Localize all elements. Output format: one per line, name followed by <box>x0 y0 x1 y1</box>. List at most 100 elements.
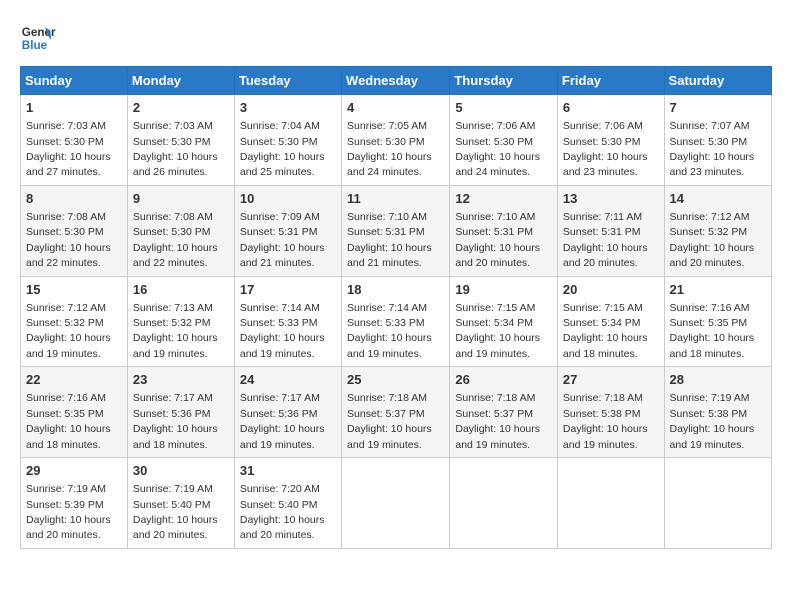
day-info: Sunrise: 7:17 AMSunset: 5:36 PMDaylight:… <box>133 392 218 450</box>
calendar-cell: 25 Sunrise: 7:18 AMSunset: 5:37 PMDayligh… <box>342 367 450 458</box>
calendar-cell: 20Sunrise: 7:15 AMSunset: 5:34 PMDayligh… <box>557 276 664 367</box>
day-number: 13 <box>563 190 659 208</box>
day-number: 2 <box>133 99 229 117</box>
day-number: 28 <box>670 371 766 389</box>
day-info: Sunrise: 7:12 AMSunset: 5:32 PMDaylight:… <box>670 211 755 269</box>
day-info: Sunrise: 7:11 AMSunset: 5:31 PMDaylight:… <box>563 211 648 269</box>
calendar-week-3: 15Sunrise: 7:12 AMSunset: 5:32 PMDayligh… <box>21 276 772 367</box>
day-number: 25 <box>347 371 444 389</box>
day-number: 17 <box>240 281 336 299</box>
day-number: 30 <box>133 462 229 480</box>
calendar-cell <box>450 458 558 549</box>
day-number: 3 <box>240 99 336 117</box>
day-number: 24 <box>240 371 336 389</box>
day-info: Sunrise: 7:16 AMSunset: 5:35 PMDaylight:… <box>670 302 755 360</box>
calendar-cell <box>664 458 771 549</box>
day-info: Sunrise: 7:20 AMSunset: 5:40 PMDaylight:… <box>240 483 325 541</box>
calendar-cell: 30 Sunrise: 7:19 AMSunset: 5:40 PMDayligh… <box>127 458 234 549</box>
day-number: 6 <box>563 99 659 117</box>
day-info: Sunrise: 7:09 AMSunset: 5:31 PMDaylight:… <box>240 211 325 269</box>
day-info: Sunrise: 7:19 AMSunset: 5:38 PMDaylight:… <box>670 392 755 450</box>
header: General Blue <box>20 20 772 56</box>
calendar-cell: 9 Sunrise: 7:08 AMSunset: 5:30 PMDaylight… <box>127 185 234 276</box>
day-header-saturday: Saturday <box>664 67 771 95</box>
day-number: 16 <box>133 281 229 299</box>
day-number: 8 <box>26 190 122 208</box>
day-info: Sunrise: 7:18 AMSunset: 5:37 PMDaylight:… <box>455 392 540 450</box>
calendar-week-5: 29 Sunrise: 7:19 AMSunset: 5:39 PMDayligh… <box>21 458 772 549</box>
calendar-cell <box>557 458 664 549</box>
day-info: Sunrise: 7:19 AMSunset: 5:39 PMDaylight:… <box>26 483 111 541</box>
day-info: Sunrise: 7:06 AMSunset: 5:30 PMDaylight:… <box>455 120 540 178</box>
day-info: Sunrise: 7:08 AMSunset: 5:30 PMDaylight:… <box>133 211 218 269</box>
day-number: 23 <box>133 371 229 389</box>
day-info: Sunrise: 7:14 AMSunset: 5:33 PMDaylight:… <box>240 302 325 360</box>
day-info: Sunrise: 7:16 AMSunset: 5:35 PMDaylight:… <box>26 392 111 450</box>
day-info: Sunrise: 7:03 AMSunset: 5:30 PMDaylight:… <box>26 120 111 178</box>
calendar-cell: 29 Sunrise: 7:19 AMSunset: 5:39 PMDayligh… <box>21 458 128 549</box>
day-number: 12 <box>455 190 552 208</box>
calendar-cell: 10 Sunrise: 7:09 AMSunset: 5:31 PMDayligh… <box>234 185 341 276</box>
day-number: 31 <box>240 462 336 480</box>
day-number: 4 <box>347 99 444 117</box>
calendar-cell: 26 Sunrise: 7:18 AMSunset: 5:37 PMDayligh… <box>450 367 558 458</box>
day-header-thursday: Thursday <box>450 67 558 95</box>
calendar-cell: 12 Sunrise: 7:10 AMSunset: 5:31 PMDayligh… <box>450 185 558 276</box>
header-row: SundayMondayTuesdayWednesdayThursdayFrid… <box>21 67 772 95</box>
calendar-cell: 2 Sunrise: 7:03 AMSunset: 5:30 PMDaylight… <box>127 95 234 186</box>
day-number: 19 <box>455 281 552 299</box>
calendar-week-1: 1 Sunrise: 7:03 AMSunset: 5:30 PMDaylight… <box>21 95 772 186</box>
day-info: Sunrise: 7:13 AMSunset: 5:32 PMDaylight:… <box>133 302 218 360</box>
calendar-cell: 5Sunrise: 7:06 AMSunset: 5:30 PMDaylight… <box>450 95 558 186</box>
svg-text:Blue: Blue <box>22 39 48 52</box>
day-info: Sunrise: 7:19 AMSunset: 5:40 PMDaylight:… <box>133 483 218 541</box>
day-info: Sunrise: 7:15 AMSunset: 5:34 PMDaylight:… <box>455 302 540 360</box>
calendar-week-4: 22 Sunrise: 7:16 AMSunset: 5:35 PMDayligh… <box>21 367 772 458</box>
calendar-cell: 15Sunrise: 7:12 AMSunset: 5:32 PMDayligh… <box>21 276 128 367</box>
day-number: 26 <box>455 371 552 389</box>
day-number: 29 <box>26 462 122 480</box>
day-header-tuesday: Tuesday <box>234 67 341 95</box>
day-info: Sunrise: 7:08 AMSunset: 5:30 PMDaylight:… <box>26 211 111 269</box>
calendar-cell: 27Sunrise: 7:18 AMSunset: 5:38 PMDayligh… <box>557 367 664 458</box>
day-info: Sunrise: 7:10 AMSunset: 5:31 PMDaylight:… <box>347 211 432 269</box>
day-number: 14 <box>670 190 766 208</box>
day-info: Sunrise: 7:05 AMSunset: 5:30 PMDaylight:… <box>347 120 432 178</box>
calendar-cell: 28 Sunrise: 7:19 AMSunset: 5:38 PMDayligh… <box>664 367 771 458</box>
calendar-cell: 22 Sunrise: 7:16 AMSunset: 5:35 PMDayligh… <box>21 367 128 458</box>
day-info: Sunrise: 7:18 AMSunset: 5:37 PMDaylight:… <box>347 392 432 450</box>
day-info: Sunrise: 7:07 AMSunset: 5:30 PMDaylight:… <box>670 120 755 178</box>
day-header-sunday: Sunday <box>21 67 128 95</box>
calendar-cell: 17 Sunrise: 7:14 AMSunset: 5:33 PMDayligh… <box>234 276 341 367</box>
calendar-table: SundayMondayTuesdayWednesdayThursdayFrid… <box>20 66 772 549</box>
calendar-cell: 19 Sunrise: 7:15 AMSunset: 5:34 PMDayligh… <box>450 276 558 367</box>
day-number: 1 <box>26 99 122 117</box>
day-number: 21 <box>670 281 766 299</box>
calendar-cell: 14 Sunrise: 7:12 AMSunset: 5:32 PMDayligh… <box>664 185 771 276</box>
day-number: 11 <box>347 190 444 208</box>
calendar-week-2: 8 Sunrise: 7:08 AMSunset: 5:30 PMDaylight… <box>21 185 772 276</box>
day-number: 22 <box>26 371 122 389</box>
day-info: Sunrise: 7:10 AMSunset: 5:31 PMDaylight:… <box>455 211 540 269</box>
day-number: 18 <box>347 281 444 299</box>
calendar-cell: 4 Sunrise: 7:05 AMSunset: 5:30 PMDaylight… <box>342 95 450 186</box>
calendar-cell: 31 Sunrise: 7:20 AMSunset: 5:40 PMDayligh… <box>234 458 341 549</box>
day-number: 9 <box>133 190 229 208</box>
calendar-cell: 1 Sunrise: 7:03 AMSunset: 5:30 PMDaylight… <box>21 95 128 186</box>
day-info: Sunrise: 7:14 AMSunset: 5:33 PMDaylight:… <box>347 302 432 360</box>
logo: General Blue <box>20 20 60 56</box>
calendar-cell: 24Sunrise: 7:17 AMSunset: 5:36 PMDayligh… <box>234 367 341 458</box>
day-info: Sunrise: 7:15 AMSunset: 5:34 PMDaylight:… <box>563 302 648 360</box>
day-number: 15 <box>26 281 122 299</box>
calendar-cell: 13 Sunrise: 7:11 AMSunset: 5:31 PMDayligh… <box>557 185 664 276</box>
day-number: 10 <box>240 190 336 208</box>
calendar-cell: 18 Sunrise: 7:14 AMSunset: 5:33 PMDayligh… <box>342 276 450 367</box>
day-info: Sunrise: 7:03 AMSunset: 5:30 PMDaylight:… <box>133 120 218 178</box>
day-header-friday: Friday <box>557 67 664 95</box>
day-header-wednesday: Wednesday <box>342 67 450 95</box>
logo-icon: General Blue <box>20 20 56 56</box>
day-info: Sunrise: 7:04 AMSunset: 5:30 PMDaylight:… <box>240 120 325 178</box>
calendar-cell: 8 Sunrise: 7:08 AMSunset: 5:30 PMDaylight… <box>21 185 128 276</box>
calendar-cell: 23 Sunrise: 7:17 AMSunset: 5:36 PMDayligh… <box>127 367 234 458</box>
day-info: Sunrise: 7:18 AMSunset: 5:38 PMDaylight:… <box>563 392 648 450</box>
